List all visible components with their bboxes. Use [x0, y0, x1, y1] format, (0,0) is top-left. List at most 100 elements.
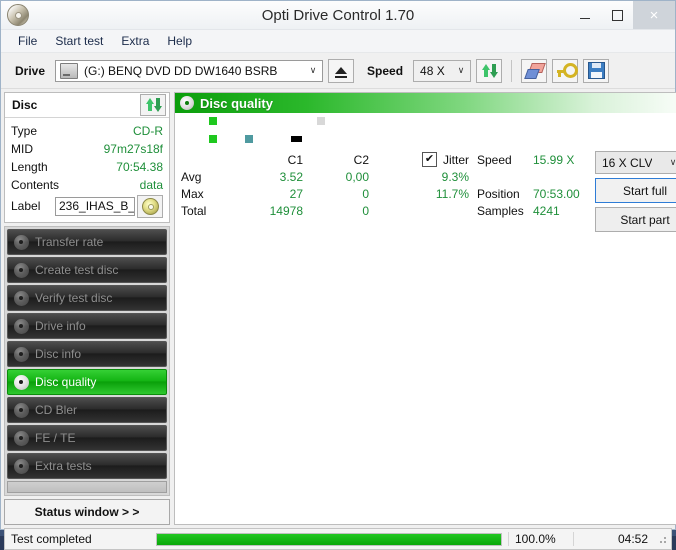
disc-panel-title: Disc — [12, 98, 37, 112]
eject-button[interactable] — [328, 59, 354, 83]
readout-label: Speed — [477, 153, 533, 167]
minimize-button[interactable] — [569, 1, 601, 29]
legend-entry-jitter: Jitter — [245, 133, 280, 145]
close-button[interactable]: × — [633, 1, 675, 29]
disc-row-length: Length 70:54.38 — [11, 158, 163, 176]
resize-grip-icon[interactable] — [656, 533, 668, 545]
speed-select[interactable]: 48 X ∨ — [413, 60, 471, 82]
cell-c1: 27 — [227, 187, 303, 201]
legend-entry-write-speed: Write speed — [317, 115, 387, 127]
action-area: 16 X CLV ∨ Start full Start part — [595, 151, 676, 524]
sidebar-item-label: Disc quality — [35, 375, 96, 389]
menu-item-start-test[interactable]: Start test — [46, 32, 112, 50]
cell-c2: 0 — [303, 204, 369, 218]
readout-samples: Samples 4241 — [477, 202, 595, 219]
menu-item-help[interactable]: Help — [158, 32, 201, 50]
drive-icon — [60, 63, 78, 79]
chevron-down-icon: ∨ — [452, 61, 470, 81]
key-button[interactable] — [552, 59, 578, 83]
sidebar-item-label: Extra tests — [35, 459, 92, 473]
sidebar-item-disc-quality[interactable]: Disc quality — [7, 369, 167, 395]
test-speed-select[interactable]: 16 X CLV ∨ — [595, 151, 676, 174]
panel-header: Disc quality — [175, 93, 676, 113]
sidebar-item-label: FE / TE — [35, 431, 75, 445]
cd-disc-icon — [142, 198, 159, 215]
sidebar-item-transfer-rate[interactable]: Transfer rate — [7, 229, 167, 255]
legend-entry-c2: C2 — [209, 133, 234, 145]
sidebar-item-fe-te[interactable]: FE / TE — [7, 425, 167, 451]
speed-select-value: 48 X — [414, 64, 445, 78]
refresh-button[interactable] — [476, 59, 502, 83]
status-message: Test completed — [5, 532, 156, 546]
legend-swatch — [245, 135, 253, 143]
minimize-icon — [580, 18, 590, 19]
test-speed-value: 16 X CLV — [596, 156, 652, 170]
legend-label: Jitter — [256, 133, 280, 145]
maximize-button[interactable] — [601, 1, 633, 29]
toolbar: Drive (G:) BENQ DVD DD DW1640 BSRB ∨ Spe… — [1, 53, 675, 89]
window-controls: × — [569, 1, 675, 29]
disc-icon — [14, 319, 29, 334]
selection-marker — [291, 136, 302, 142]
disc-label-input[interactable]: 236_IHAS_B_Ll — [55, 197, 135, 216]
legend-swatch — [317, 117, 325, 125]
menu-item-file[interactable]: File — [9, 32, 46, 50]
menu-bar: File Start test Extra Help — [1, 30, 675, 53]
table-row: Avg 3.52 0,00 9.3% — [181, 168, 477, 185]
disc-icon — [14, 263, 29, 278]
disc-refresh-button[interactable] — [140, 94, 166, 116]
nav-spacer — [7, 481, 167, 493]
cell-c2: 0,00 — [303, 170, 369, 184]
disc-icon — [14, 347, 29, 362]
sidebar-item-drive-info[interactable]: Drive info — [7, 313, 167, 339]
progress-bar-fill — [157, 534, 501, 545]
drive-select-value: (G:) BENQ DVD DD DW1640 BSRB — [78, 64, 277, 78]
refresh-arrows-icon — [145, 97, 161, 113]
drive-select[interactable]: (G:) BENQ DVD DD DW1640 BSRB ∨ — [55, 60, 323, 82]
cell-c1: 3.52 — [227, 170, 303, 184]
disc-label-button[interactable] — [137, 195, 163, 218]
disc-row-value: CD-R — [133, 124, 163, 138]
save-button[interactable] — [583, 59, 609, 83]
title-bar: Opti Drive Control 1.70 × — [1, 1, 675, 30]
readout-spacer — [477, 168, 595, 185]
page-title: Disc quality — [200, 96, 273, 111]
sidebar-item-cd-bler[interactable]: CD Bler — [7, 397, 167, 423]
sidebar-item-disc-info[interactable]: Disc info — [7, 341, 167, 367]
disc-icon — [14, 403, 29, 418]
readouts: Speed 15.99 X Position 70:53.00 Samples … — [477, 151, 595, 524]
sidebar-item-verify-test-disc[interactable]: Verify test disc — [7, 285, 167, 311]
row-label: Avg — [181, 170, 227, 184]
menu-item-extra[interactable]: Extra — [112, 32, 158, 50]
disc-row-mid: MID 97m27s18f — [11, 140, 163, 158]
table-header-row: C1 C2 ✔ Jitter — [181, 151, 477, 168]
cell-c2: 0 — [303, 187, 369, 201]
erase-disc-button[interactable] — [521, 59, 547, 83]
jitter-checkbox[interactable]: ✔ — [422, 152, 437, 167]
c1-chart-legend: C1 Read speed Write speed — [209, 115, 387, 127]
status-bar: Test completed 100.0% 04:52 — [4, 528, 672, 550]
cell-jitter: 11.7% — [369, 187, 473, 201]
sidebar-item-label: Transfer rate — [35, 235, 103, 249]
column-header-jitter-label: Jitter — [443, 153, 469, 167]
disc-row-type: Type CD-R — [11, 122, 163, 140]
start-part-button[interactable]: Start part — [595, 207, 676, 232]
sidebar-item-extra-tests[interactable]: Extra tests — [7, 453, 167, 479]
cell-c1: 14978 — [227, 204, 303, 218]
sidebar-item-label: Drive info — [35, 319, 86, 333]
sidebar-item-create-test-disc[interactable]: Create test disc — [7, 257, 167, 283]
disc-row-contents: Contents data — [11, 176, 163, 194]
statistics-area: C1 C2 ✔ Jitter Avg 3.52 0,00 9.3% — [175, 147, 676, 524]
statistics-table: C1 C2 ✔ Jitter Avg 3.52 0,00 9.3% — [181, 151, 477, 524]
readout-position: Position 70:53.00 — [477, 185, 595, 202]
disc-row-key: Length — [11, 160, 77, 174]
status-window-button[interactable]: Status window > > — [4, 499, 170, 525]
legend-swatch — [209, 135, 217, 143]
sidebar-item-label: Create test disc — [35, 263, 118, 277]
table-row: Total 14978 0 — [181, 202, 477, 219]
sidebar-item-label: CD Bler — [35, 403, 77, 417]
drive-label: Drive — [15, 64, 45, 78]
progress-text: 100.0% — [508, 532, 573, 546]
start-full-button[interactable]: Start full — [595, 178, 676, 203]
sidebar-item-label: Verify test disc — [35, 291, 112, 305]
